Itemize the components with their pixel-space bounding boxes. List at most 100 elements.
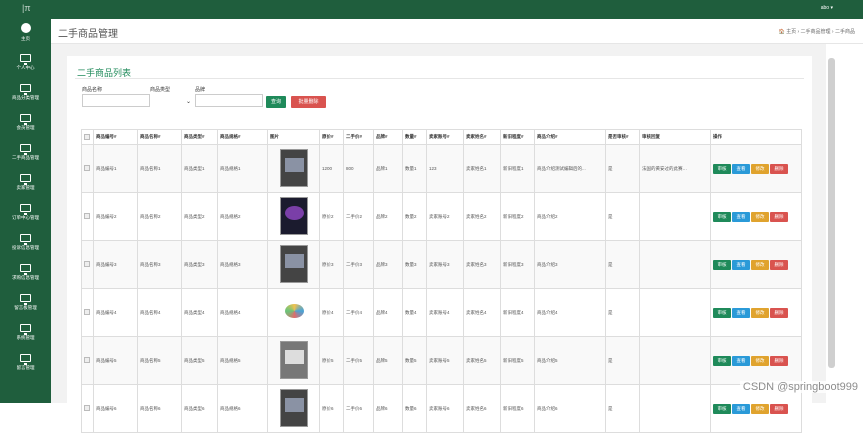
product-image xyxy=(268,193,320,241)
table-cell: 商品类型2 xyxy=(182,193,218,241)
table-cell xyxy=(640,193,711,241)
batch-delete-button[interactable]: 批量删除 xyxy=(291,96,326,108)
delete-button[interactable]: 删除 xyxy=(770,260,788,270)
table-cell: 新旧程度3 xyxy=(501,241,535,289)
delete-button[interactable]: 删除 xyxy=(770,212,788,222)
row-checkbox[interactable] xyxy=(82,193,94,241)
column-header: 商品编号# xyxy=(94,130,138,145)
sidebar-item[interactable]: 系统管理 xyxy=(0,321,51,351)
brand-filter-label: 品牌 xyxy=(195,86,205,93)
content-area: 二手商品列表 商品名称 商品类型 ⌄ 品牌 查询 批量删除 商品编号#商品名称#… xyxy=(51,44,826,403)
name-filter-input[interactable] xyxy=(82,94,150,107)
column-header: 商品名称# xyxy=(138,130,182,145)
table-cell: 商品介绍3 xyxy=(535,241,606,289)
table-cell: 卖家姓名6 xyxy=(464,385,501,433)
view-button[interactable]: 查看 xyxy=(732,356,750,366)
view-button[interactable]: 查看 xyxy=(732,164,750,174)
sidebar: 主页个人中心商品分类管理会员管理二手商品管理卖家管理订单中心管理投诉信息管理求购… xyxy=(0,19,51,403)
table-cell: 新旧程度2 xyxy=(501,193,535,241)
table-cell: 是 xyxy=(606,193,640,241)
sidebar-item[interactable]: 商品分类管理 xyxy=(0,81,51,111)
table-cell: 商品介绍2 xyxy=(535,193,606,241)
edit-button[interactable]: 修改 xyxy=(751,164,769,174)
table-cell: 数量5 xyxy=(403,337,427,385)
table-cell: 商品介绍4 xyxy=(535,289,606,337)
audit-button[interactable]: 审核 xyxy=(713,260,731,270)
row-actions: 审核查看修改删除 xyxy=(711,145,802,193)
table-cell: 卖家姓名3 xyxy=(464,241,501,289)
row-actions: 审核查看修改删除 xyxy=(711,193,802,241)
view-button[interactable]: 查看 xyxy=(732,404,750,414)
sidebar-item[interactable]: 主页 xyxy=(0,19,51,49)
sidebar-item-label: 留言板管理 xyxy=(0,305,51,311)
sidebar-item[interactable]: 投诉信息管理 xyxy=(0,231,51,261)
table-cell: 商品名称4 xyxy=(138,289,182,337)
edit-button[interactable]: 修改 xyxy=(751,404,769,414)
view-button[interactable]: 查看 xyxy=(732,260,750,270)
breadcrumb[interactable]: 🏠 主页 › 二手商品管理 › 二手商品 xyxy=(778,28,855,35)
audit-button[interactable]: 审核 xyxy=(713,404,731,414)
delete-button[interactable]: 删除 xyxy=(770,404,788,414)
table-cell: 原价3 xyxy=(320,241,344,289)
monitor-icon xyxy=(20,144,31,152)
row-checkbox[interactable] xyxy=(82,289,94,337)
column-header: 卖家账号# xyxy=(427,130,464,145)
audit-button[interactable]: 审核 xyxy=(713,356,731,366)
table-cell: 新旧程度1 xyxy=(501,145,535,193)
column-header: 数量# xyxy=(403,130,427,145)
edit-button[interactable]: 修改 xyxy=(751,212,769,222)
edit-button[interactable]: 修改 xyxy=(751,308,769,318)
table-cell: 法国的黄安过的此赛… xyxy=(640,145,711,193)
table-row: 商品编号3商品名称3商品类型3商品规格3原价3二手价3品牌3数量3卖家账号3卖家… xyxy=(82,241,802,289)
product-table: 商品编号#商品名称#商品类型#商品规格#图片原价#二手价#品牌#数量#卖家账号#… xyxy=(81,129,802,433)
select-all-checkbox[interactable] xyxy=(82,130,94,145)
sidebar-item[interactable]: 留言板管理 xyxy=(0,291,51,321)
monitor-icon xyxy=(20,294,31,302)
sidebar-item[interactable]: 会员管理 xyxy=(0,111,51,141)
table-cell xyxy=(640,289,711,337)
delete-button[interactable]: 删除 xyxy=(770,356,788,366)
view-button[interactable]: 查看 xyxy=(732,212,750,222)
view-button[interactable]: 查看 xyxy=(732,308,750,318)
audit-button[interactable]: 审核 xyxy=(713,212,731,222)
table-cell: 卖家姓名4 xyxy=(464,289,501,337)
table-cell: 商品规格2 xyxy=(218,193,268,241)
row-checkbox[interactable] xyxy=(82,145,94,193)
type-filter-label: 商品类型 xyxy=(150,86,170,93)
table-cell: 卖家账号6 xyxy=(427,385,464,433)
vertical-scrollbar[interactable] xyxy=(828,58,835,368)
delete-button[interactable]: 删除 xyxy=(770,308,788,318)
table-cell: 原价6 xyxy=(320,385,344,433)
audit-button[interactable]: 审核 xyxy=(713,164,731,174)
table-cell: 新旧程度6 xyxy=(501,385,535,433)
sidebar-item[interactable]: 求购信息管理 xyxy=(0,261,51,291)
column-header: 图片 xyxy=(268,130,320,145)
table-cell: 商品名称5 xyxy=(138,337,182,385)
brand-filter-input[interactable] xyxy=(195,94,263,107)
column-header: 品牌# xyxy=(374,130,403,145)
sidebar-item-label: 二手商品管理 xyxy=(0,155,51,161)
column-header: 操作 xyxy=(711,130,802,145)
table-cell: 数量6 xyxy=(403,385,427,433)
chevron-down-icon[interactable]: ⌄ xyxy=(186,98,191,105)
sidebar-item[interactable]: 个人中心 xyxy=(0,51,51,81)
table-cell: 卖家账号4 xyxy=(427,289,464,337)
row-checkbox[interactable] xyxy=(82,241,94,289)
user-menu[interactable]: abo ▾ xyxy=(821,5,833,11)
sidebar-item[interactable]: 留言管理 xyxy=(0,351,51,381)
search-button[interactable]: 查询 xyxy=(266,96,286,108)
table-cell: 商品编号2 xyxy=(94,193,138,241)
edit-button[interactable]: 修改 xyxy=(751,356,769,366)
table-cell: 卖家姓名2 xyxy=(464,193,501,241)
table-cell: 品牌1 xyxy=(374,145,403,193)
table-cell: 商品类型6 xyxy=(182,385,218,433)
sidebar-item[interactable]: 卖家管理 xyxy=(0,171,51,201)
row-checkbox[interactable] xyxy=(82,385,94,433)
sidebar-item-label: 系统管理 xyxy=(0,335,51,341)
row-checkbox[interactable] xyxy=(82,337,94,385)
audit-button[interactable]: 审核 xyxy=(713,308,731,318)
sidebar-item[interactable]: 二手商品管理 xyxy=(0,141,51,171)
sidebar-item[interactable]: 订单中心管理 xyxy=(0,201,51,231)
delete-button[interactable]: 删除 xyxy=(770,164,788,174)
edit-button[interactable]: 修改 xyxy=(751,260,769,270)
